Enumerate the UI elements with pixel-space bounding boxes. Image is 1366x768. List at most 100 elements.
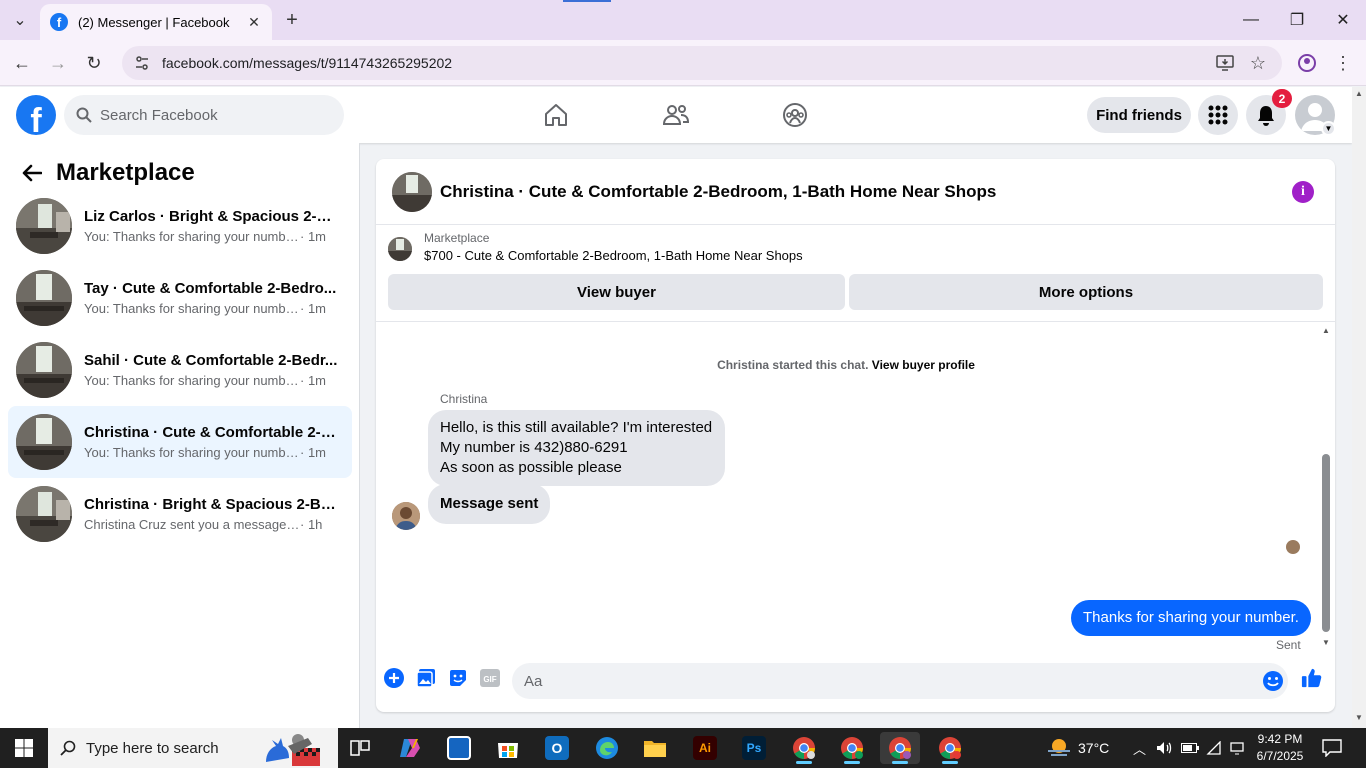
like-thumbs-up-icon[interactable]	[1301, 667, 1323, 689]
minimize-icon[interactable]: —	[1228, 4, 1274, 36]
message-scroll-thumb[interactable]	[1322, 454, 1330, 632]
conversation-name: Tay · Cute & Comfortable 2-Bedro...	[84, 280, 337, 297]
conversation-time: · 1m	[300, 301, 326, 316]
chrome-profile-4-icon[interactable]	[930, 732, 970, 764]
gif-icon[interactable]: GIF	[479, 667, 501, 689]
clock-date: 6/7/2025	[1256, 749, 1304, 763]
message-line: As soon as possible please	[440, 459, 622, 476]
home-icon[interactable]	[539, 99, 573, 131]
scroll-up-icon[interactable]: ▲	[1322, 326, 1330, 335]
file-explorer-icon[interactable]	[635, 732, 675, 764]
microsoft-store-icon[interactable]	[488, 732, 528, 764]
page-scrollbar[interactable]: ▲ ▼	[1352, 87, 1366, 728]
emoji-icon[interactable]	[1262, 670, 1284, 692]
message-thread: Christina started this chat. View buyer …	[376, 321, 1335, 653]
task-view-icon[interactable]	[340, 732, 380, 764]
message-status: Sent	[1276, 638, 1301, 652]
windows-start-icon[interactable]	[0, 728, 48, 768]
news-app-icon[interactable]	[439, 732, 479, 764]
reload-icon[interactable]: ↻	[80, 49, 108, 77]
illustrator-icon[interactable]: Ai	[685, 732, 725, 764]
back-arrow-icon[interactable]	[16, 157, 48, 189]
conversation-name: Liz Carlos · Bright & Spacious 2-Be...	[84, 208, 339, 225]
menu-grid-icon[interactable]	[1198, 95, 1238, 135]
photoshop-icon[interactable]: Ps	[734, 732, 774, 764]
facebook-logo-icon[interactable]: f	[16, 95, 56, 135]
back-icon[interactable]: ←	[8, 49, 36, 77]
scroll-up-icon[interactable]: ▲	[1355, 89, 1363, 98]
message-composer: GIF Aa	[376, 653, 1335, 712]
copilot-icon[interactable]	[390, 732, 430, 764]
chat-title[interactable]: Christina · Cute & Comfortable 2-Bedroom…	[440, 182, 996, 202]
install-app-icon[interactable]	[1215, 53, 1235, 73]
scroll-down-icon[interactable]: ▼	[1322, 638, 1330, 647]
groups-icon[interactable]	[778, 99, 812, 131]
sender-name: Christina	[440, 392, 488, 406]
listing-thumbnail	[16, 342, 72, 398]
message-scrollbar[interactable]: ▲ ▼	[1322, 326, 1330, 648]
read-receipt-avatar	[1286, 540, 1300, 554]
chat-panel: Christina · Cute & Comfortable 2-Bedroom…	[376, 159, 1335, 712]
conversation-snippet: You: Thanks for sharing your number.	[84, 445, 300, 460]
show-hidden-icons[interactable]: ︿	[1133, 728, 1146, 768]
view-buyer-button[interactable]: View buyer	[388, 274, 845, 310]
browser-menu-icon[interactable]: ⋮	[1333, 53, 1353, 73]
tab-search-icon[interactable]: ⌄	[8, 8, 32, 32]
more-actions-plus-icon[interactable]	[383, 667, 405, 689]
attach-photo-icon[interactable]	[415, 667, 437, 689]
conversation-snippet: You: Thanks for sharing your number.	[84, 301, 300, 316]
conversation-item[interactable]: Liz Carlos · Bright & Spacious 2-Be... Y…	[8, 190, 352, 262]
restore-icon[interactable]: ❐	[1274, 4, 1320, 36]
marketplace-title: Marketplace	[56, 159, 195, 186]
facebook-search-input[interactable]: Search Facebook	[64, 95, 344, 135]
conversation-item-active[interactable]: Christina · Cute & Comfortable 2-B... Yo…	[8, 406, 352, 478]
display-icon[interactable]	[1230, 728, 1244, 768]
forward-icon[interactable]: →	[44, 49, 72, 77]
windows-taskbar: Type here to search O Ai Ps 37°C ︿ 9:42 …	[0, 728, 1366, 768]
conversation-item[interactable]: Christina · Bright & Spacious 2-Be... Ch…	[8, 478, 352, 550]
marketplace-conversation-list: Marketplace Liz Carlos · Bright & Spacio…	[0, 143, 360, 728]
friends-icon[interactable]	[659, 99, 693, 131]
site-settings-icon[interactable]	[134, 55, 150, 71]
sticker-icon[interactable]	[447, 667, 469, 689]
chat-avatar[interactable]	[392, 171, 432, 212]
new-tab-icon[interactable]: +	[280, 8, 304, 32]
outlook-icon[interactable]: O	[537, 732, 577, 764]
chrome-profile-1-icon[interactable]	[784, 732, 824, 764]
notification-center-icon[interactable]	[1322, 728, 1342, 768]
message-input[interactable]: Aa	[512, 663, 1288, 699]
edge-icon[interactable]	[587, 732, 627, 764]
browser-tab[interactable]: f (2) Messenger | Facebook ✕	[40, 4, 272, 40]
address-bar[interactable]: facebook.com/messages/t/9114743265295202	[122, 46, 1282, 80]
account-chevron-icon[interactable]: ▼	[1321, 121, 1336, 136]
sender-avatar[interactable]	[392, 502, 420, 530]
tab-close-icon[interactable]: ✕	[246, 14, 262, 31]
conversation-item[interactable]: Tay · Cute & Comfortable 2-Bedro... You:…	[8, 262, 352, 334]
weather-widget[interactable]: 37°C	[1046, 728, 1109, 768]
system-clock[interactable]: 9:42 PM 6/7/2025	[1252, 731, 1308, 765]
conversation-item[interactable]: Sahil · Cute & Comfortable 2-Bedr... You…	[8, 334, 352, 406]
message-line: Hello, is this still available? I'm inte…	[440, 419, 713, 436]
taskbar-search-placeholder: Type here to search	[86, 739, 219, 757]
battery-icon[interactable]	[1181, 728, 1199, 768]
taskbar-search-box[interactable]: Type here to search	[48, 728, 338, 768]
profile-icon[interactable]	[1297, 53, 1317, 73]
conversation-info-icon[interactable]: i	[1292, 181, 1314, 203]
outgoing-message-bubble: Thanks for sharing your number.	[1071, 600, 1311, 636]
volume-icon[interactable]	[1156, 728, 1172, 768]
facebook-favicon-icon: f	[50, 13, 68, 31]
listing-small-thumbnail	[388, 237, 412, 261]
browser-toolbar: ← → ↻ facebook.com/messages/t/9114743265…	[0, 40, 1366, 86]
scroll-down-icon[interactable]: ▼	[1355, 713, 1363, 722]
bookmark-star-icon[interactable]: ☆	[1248, 53, 1268, 73]
listing-thumbnail	[16, 414, 72, 470]
network-icon[interactable]	[1206, 728, 1222, 768]
chrome-profile-2-icon[interactable]	[832, 732, 872, 764]
more-options-button[interactable]: More options	[849, 274, 1323, 310]
find-friends-button[interactable]: Find friends	[1087, 97, 1191, 133]
chrome-profile-3-icon[interactable]	[880, 732, 920, 764]
listing-title[interactable]: $700 - Cute & Comfortable 2-Bedroom, 1-B…	[424, 248, 803, 263]
view-buyer-profile-link[interactable]: View buyer profile	[872, 358, 975, 372]
conversation-snippet: You: Thanks for sharing your number.	[84, 373, 300, 388]
close-window-icon[interactable]: ✕	[1320, 4, 1366, 36]
